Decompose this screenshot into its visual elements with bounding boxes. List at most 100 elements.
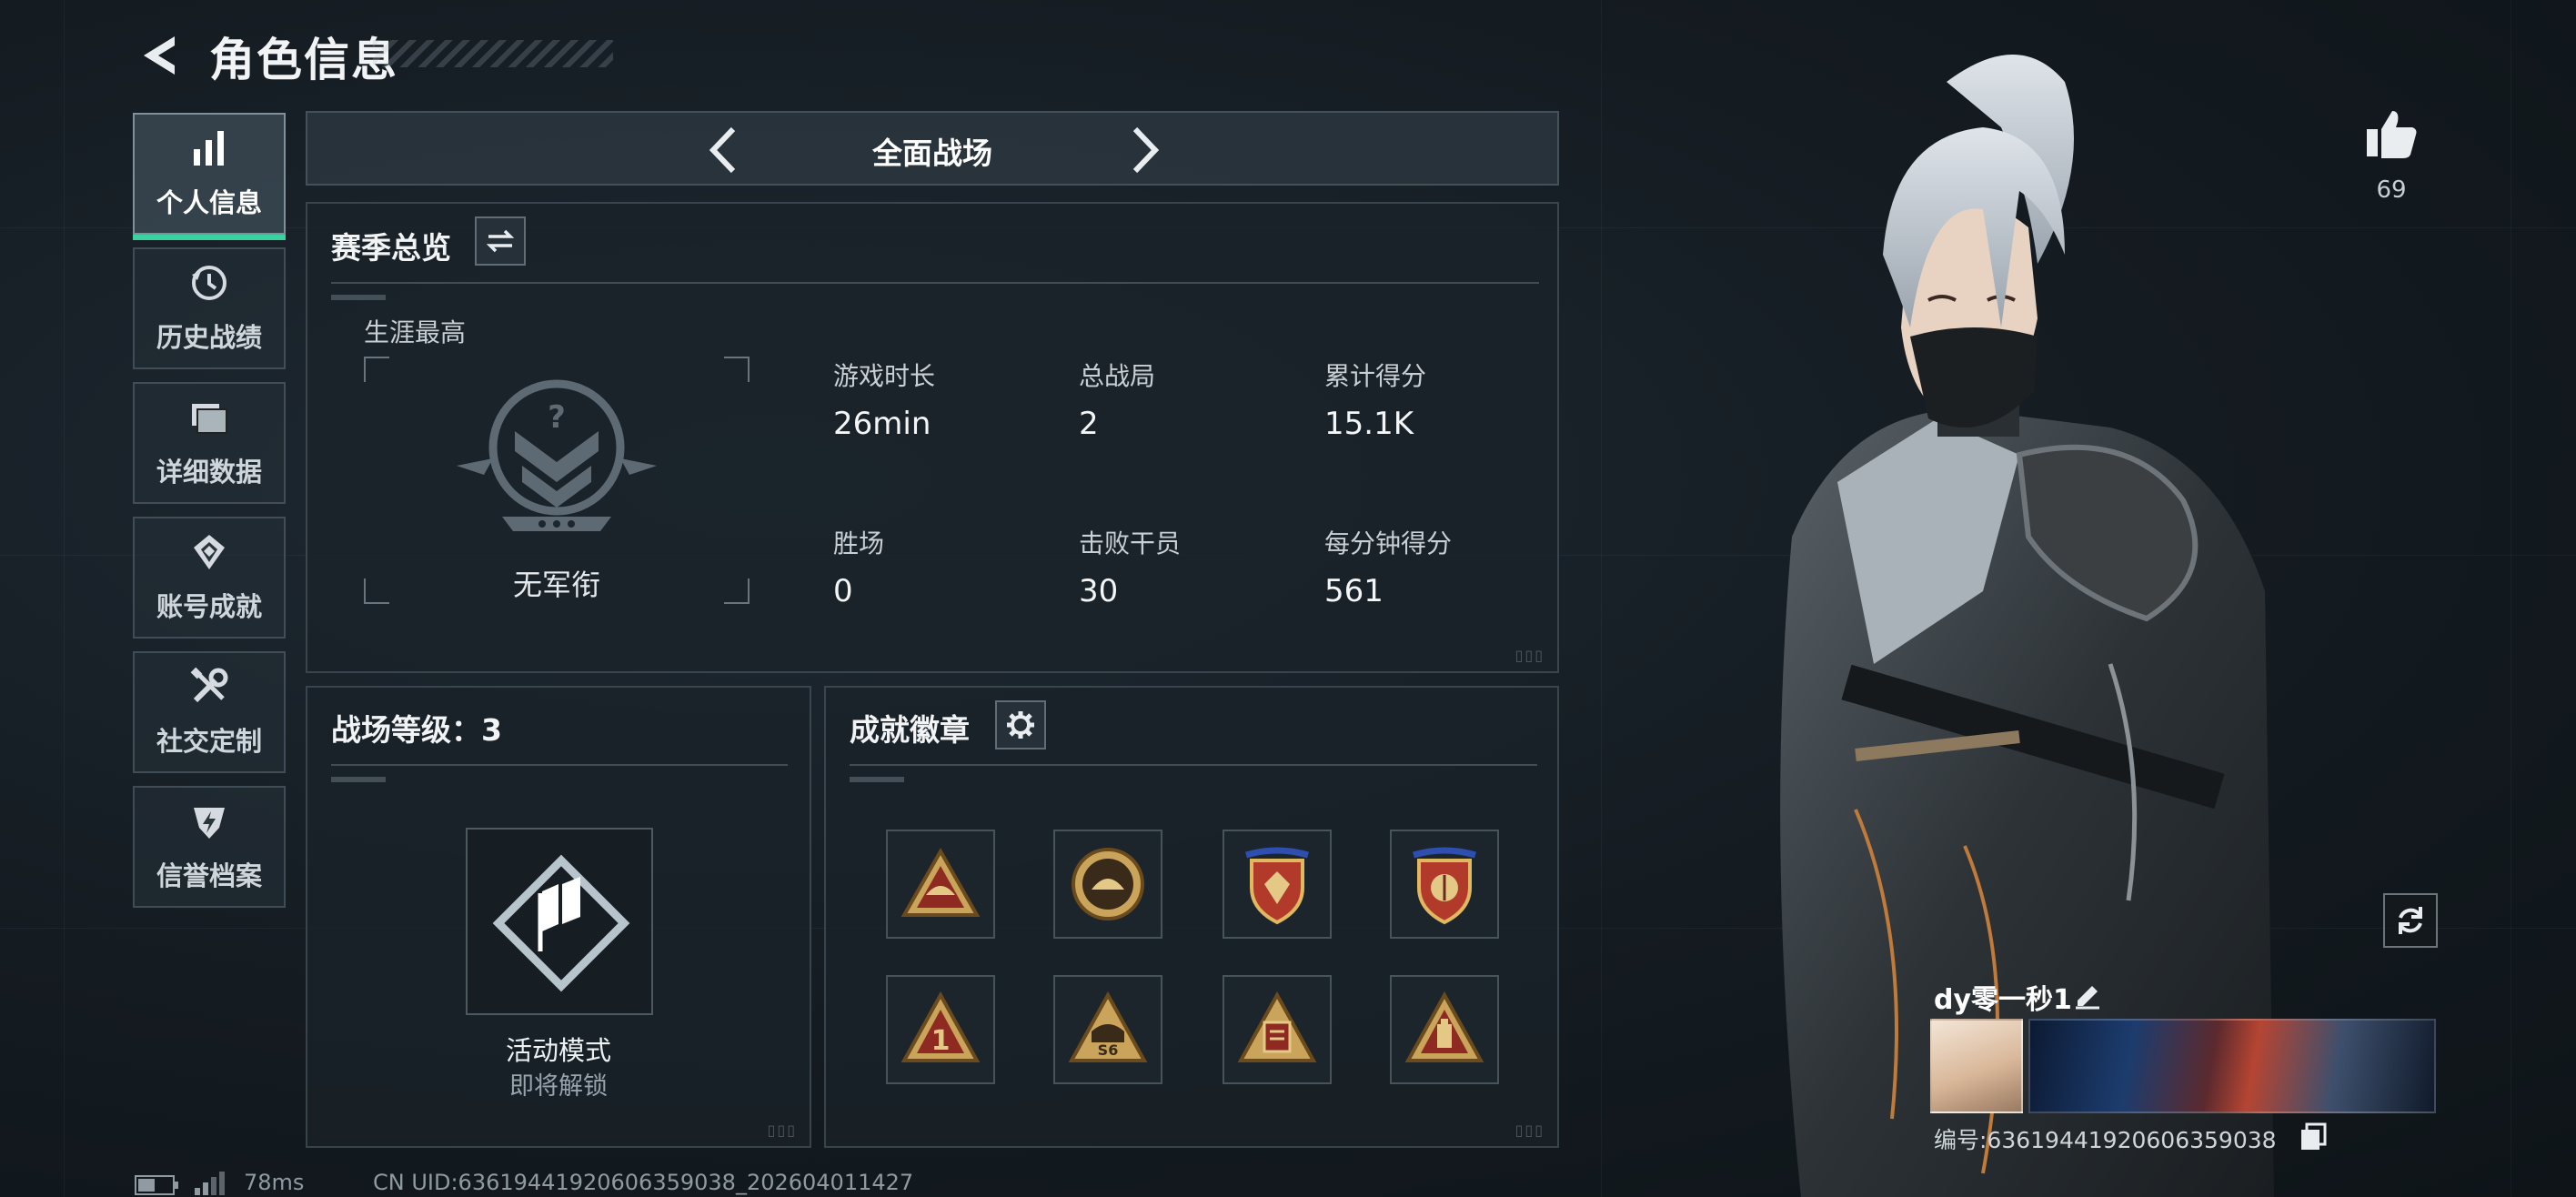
triangle-badge-bottle-icon bbox=[1404, 991, 1484, 1062]
edit-pencil-icon[interactable] bbox=[2072, 979, 2103, 1010]
sidebar-item-match-history[interactable]: 历史战绩 bbox=[133, 247, 286, 369]
sidebar-item-personal-info[interactable]: 个人信息 bbox=[133, 113, 286, 240]
divider bbox=[331, 764, 788, 766]
badge-text: S6 bbox=[1098, 1041, 1119, 1059]
stat-value: 2 bbox=[1079, 406, 1099, 442]
sidebar-item-label: 社交定制 bbox=[156, 726, 262, 757]
signal-icon bbox=[195, 1172, 225, 1195]
divider bbox=[331, 282, 1539, 284]
divider-tick bbox=[850, 777, 904, 782]
stat-operators-defeated: 击败干员 30 bbox=[1079, 524, 1181, 609]
back-arrow-icon[interactable] bbox=[135, 31, 180, 80]
stat-value: 0 bbox=[833, 573, 853, 609]
flag-diamond-icon bbox=[492, 854, 630, 992]
achievement-badge[interactable] bbox=[1390, 830, 1499, 939]
stat-value: 26min bbox=[833, 406, 931, 442]
sidebar-item-label: 账号成就 bbox=[156, 591, 262, 622]
achievement-badge[interactable] bbox=[1223, 830, 1332, 939]
stat-label: 累计得分 bbox=[1324, 361, 1427, 391]
achievement-badge[interactable]: S6 bbox=[1053, 975, 1162, 1084]
stat-total-matches: 总战局 2 bbox=[1079, 357, 1155, 442]
divider-tick bbox=[331, 295, 386, 300]
page-title: 角色信息 bbox=[209, 34, 398, 86]
triangle-badge-s6-icon: S6 bbox=[1068, 991, 1148, 1062]
tools-icon bbox=[190, 667, 228, 703]
sidebar-item-label: 信誉档案 bbox=[156, 860, 262, 891]
divider bbox=[850, 764, 1537, 766]
svg-text:?: ? bbox=[548, 399, 566, 436]
uid-text: CN UID:636194419206063590​38_20260401142… bbox=[373, 1170, 914, 1195]
ping-value: 78ms bbox=[244, 1170, 305, 1195]
mode-switcher: 全面战场 bbox=[306, 111, 1559, 186]
player-name: dy零一秒1 bbox=[1934, 984, 2072, 1016]
stat-value: 561 bbox=[1324, 573, 1384, 609]
achievement-badge[interactable] bbox=[1053, 830, 1162, 939]
gear-icon bbox=[1007, 711, 1034, 739]
achievement-badge[interactable]: 1 bbox=[886, 975, 995, 1084]
achievement-icon bbox=[194, 535, 225, 569]
stat-label: 游戏时长 bbox=[833, 361, 936, 391]
sidebar-item-label: 个人信息 bbox=[156, 187, 262, 218]
badge-settings-button[interactable] bbox=[995, 700, 1046, 749]
rank-insignia-icon: ? bbox=[457, 379, 657, 531]
activity-mode-tile[interactable] bbox=[466, 828, 653, 1015]
battery-icon bbox=[135, 1175, 178, 1195]
triangle-badge-book-icon bbox=[1237, 991, 1317, 1062]
stat-label: 击败干员 bbox=[1079, 528, 1182, 558]
sidebar-item-label: 详细数据 bbox=[156, 457, 262, 488]
achievement-badge[interactable] bbox=[886, 830, 995, 939]
stat-label: 总战局 bbox=[1079, 361, 1156, 391]
corner-decoration: ▯▯▯ bbox=[767, 1122, 797, 1139]
shield-badge-emblem-icon bbox=[1245, 847, 1309, 925]
refresh-button[interactable] bbox=[2383, 893, 2438, 948]
triangle-badge-helmet-icon bbox=[901, 847, 981, 917]
next-mode-arrow-icon[interactable] bbox=[1117, 124, 1168, 176]
stat-play-time: 游戏时长 26min bbox=[833, 357, 935, 442]
stat-total-score: 累计得分 15.1K bbox=[1324, 357, 1426, 442]
triangle-badge-one-icon: 1 bbox=[901, 991, 981, 1062]
badges-title: 成就徽章 bbox=[850, 712, 970, 748]
title-decoration bbox=[373, 40, 613, 67]
like-count: 69 bbox=[2376, 176, 2407, 204]
corner-decoration: ▯▯▯ bbox=[1514, 1122, 1545, 1139]
stat-wins: 胜场 0 bbox=[833, 524, 884, 609]
copy-icon[interactable] bbox=[2299, 1122, 2327, 1152]
shield-badge-target-icon bbox=[1413, 847, 1476, 925]
battlefield-level-title: 战场等级：3 bbox=[331, 712, 502, 748]
stat-score-per-minute: 每分钟得分 561 bbox=[1324, 524, 1452, 609]
sidebar-item-detailed-data[interactable]: 详细数据 bbox=[133, 382, 286, 504]
bar-chart-icon bbox=[194, 131, 224, 166]
season-overview-title: 赛季总览 bbox=[331, 230, 451, 266]
sidebar-item-reputation[interactable]: 信誉档案 bbox=[133, 786, 286, 908]
swap-button[interactable] bbox=[475, 216, 526, 266]
folder-icon bbox=[192, 404, 227, 434]
reputation-icon bbox=[194, 808, 225, 839]
thumbs-up-icon[interactable] bbox=[2363, 106, 2420, 160]
badge-text: 1 bbox=[931, 1025, 951, 1057]
season-overview-panel: 赛季总览 生涯最高 ? 无军衔 游戏时长 26min 总战局 2 累计得分 15… bbox=[306, 202, 1559, 673]
rank-name: 无军衔 bbox=[512, 568, 600, 602]
refresh-icon bbox=[2399, 907, 2422, 934]
mode-title: 全面战场 bbox=[872, 136, 992, 171]
achievement-badges-panel: 成就徽章 1 S6 ▯▯▯ bbox=[824, 686, 1559, 1148]
circle-badge-helmet-icon bbox=[1072, 848, 1144, 920]
stat-value: 15.1K bbox=[1324, 406, 1414, 442]
career-best-label: 生涯最高 bbox=[364, 317, 467, 347]
achievement-badge[interactable] bbox=[1390, 975, 1499, 1084]
stat-label: 胜场 bbox=[833, 528, 885, 558]
rank-display: ? 无军衔 bbox=[364, 357, 750, 604]
avatar[interactable] bbox=[1930, 1019, 2023, 1113]
divider-tick bbox=[331, 777, 386, 782]
sidebar-item-account-achievements[interactable]: 账号成就 bbox=[133, 517, 286, 639]
sidebar-item-social-custom[interactable]: 社交定制 bbox=[133, 651, 286, 773]
stat-label: 每分钟得分 bbox=[1324, 528, 1453, 558]
stat-value: 30 bbox=[1079, 573, 1119, 609]
battlefield-level-panel: 战场等级：3 活动模式 即将解锁 ▯▯▯ bbox=[306, 686, 811, 1148]
achievement-badge[interactable] bbox=[1223, 975, 1332, 1084]
sidebar-item-label: 历史战绩 bbox=[156, 322, 262, 353]
profile-banner bbox=[2028, 1019, 2436, 1113]
activity-mode-name: 活动模式 bbox=[505, 1035, 611, 1066]
corner-decoration: ▯▯▯ bbox=[1514, 647, 1545, 664]
swap-arrows-icon bbox=[486, 229, 515, 253]
activity-mode-status: 即将解锁 bbox=[509, 1072, 608, 1101]
